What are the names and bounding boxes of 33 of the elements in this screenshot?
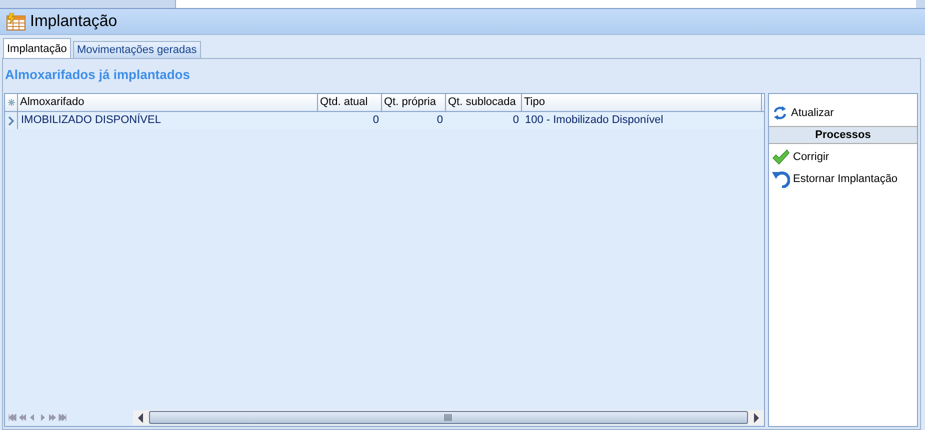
horizontal-scrollbar[interactable] [133,410,764,425]
asterisk-icon [8,99,14,106]
column-header[interactable]: Tipo [522,94,762,111]
table-cell-text: 100 - Imobilizado Disponível [524,113,664,128]
table-cell-text: 0 [512,113,520,128]
navigation-arrow-icon[interactable] [48,414,57,421]
checkmark-icon [772,149,790,165]
refresh-icon [772,105,788,121]
section-title: Almoxarifados já implantados [5,67,190,82]
undo-icon [772,170,790,188]
table-icon [6,12,26,30]
table-cell-text: IMOBILIZADO DISPONÍVEL [20,112,162,128]
tab[interactable]: Movimentações geradas [72,41,201,58]
column-header[interactable]: Qt. própria [382,94,446,111]
table-cell-text: 0 [436,113,444,128]
action-link[interactable]: Atualizar [769,102,917,124]
scroll-left-icon[interactable] [137,412,145,422]
window-title: Implantação [30,12,118,30]
navigation-arrow-icon[interactable] [58,414,67,421]
tab[interactable]: Implantação [3,38,71,58]
column-header[interactable]: Qtd. atual [318,94,382,111]
scroll-right-icon[interactable] [752,412,760,422]
section-header: Processos [769,126,917,144]
table-cell-text: 0 [372,113,380,128]
column-header[interactable]: Qt. sublocada [446,94,522,111]
grip-icon [444,414,453,421]
action-link[interactable]: Estornar Implantação [769,168,917,190]
row-pointer-icon [8,116,14,126]
action-link[interactable]: Corrigir [769,146,917,168]
navigation-arrow-icon[interactable] [18,414,27,421]
navigation-arrow-icon[interactable] [8,414,17,421]
scrollbar-thumb[interactable] [149,411,748,424]
column-header[interactable]: Almoxarifado [18,94,318,111]
